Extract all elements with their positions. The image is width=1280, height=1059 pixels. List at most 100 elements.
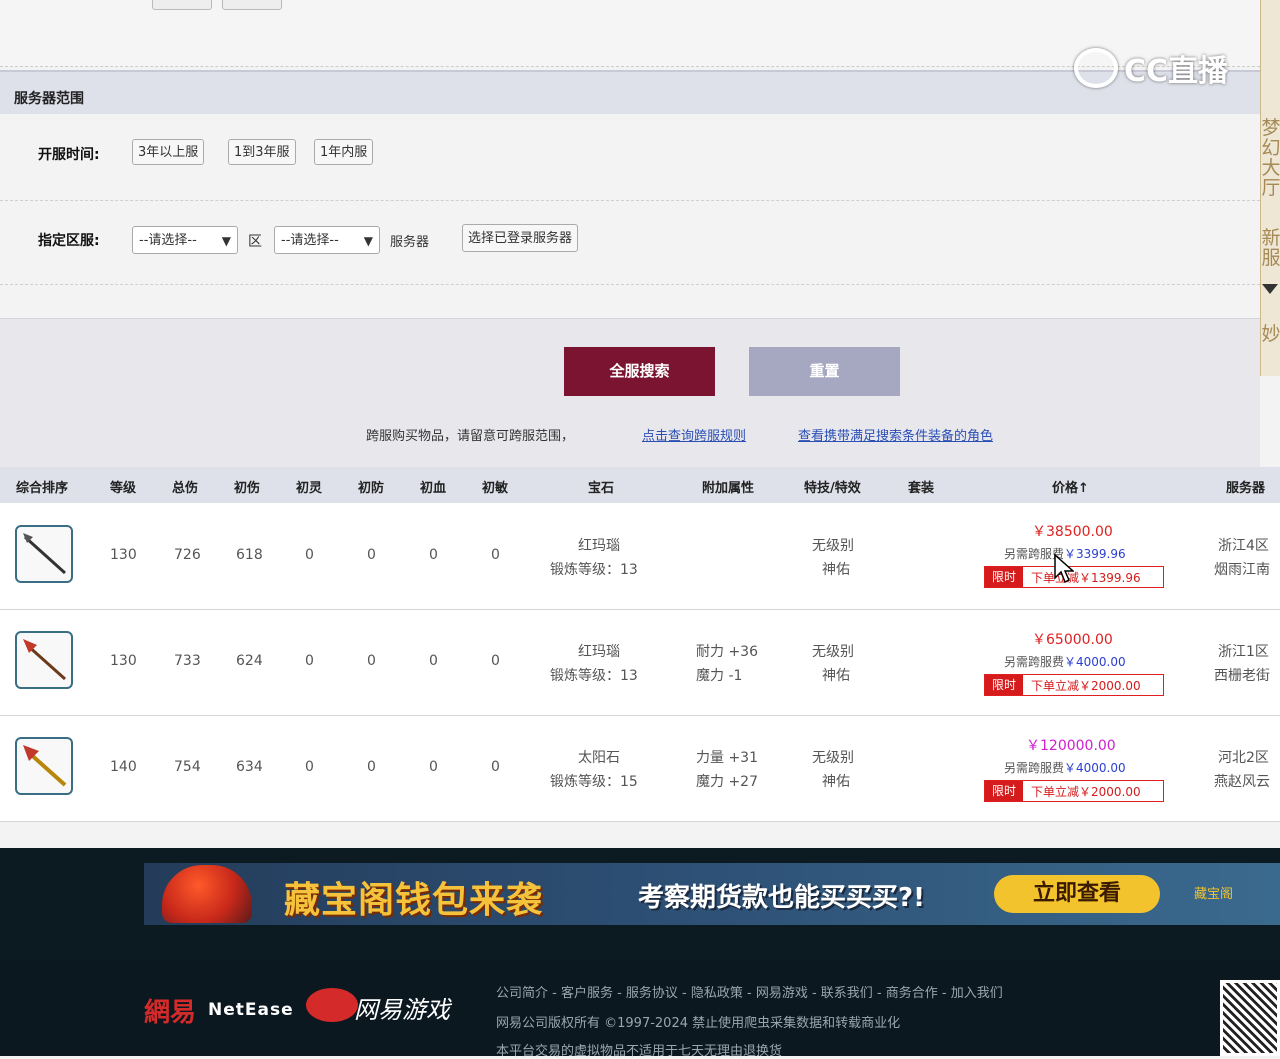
fee-value: ￥4000.00 [1064, 761, 1126, 775]
top-remnant [0, 0, 1260, 67]
total-damage-header[interactable]: 总伤 [172, 477, 198, 496]
banner-cta-button[interactable]: 立即查看 [994, 875, 1160, 913]
gem-name: 红玛瑙 [578, 538, 620, 554]
init-damage-header[interactable]: 初伤 [234, 477, 260, 496]
total-damage-cell: 754 [174, 759, 201, 775]
init-hp-cell: 0 [429, 759, 438, 775]
spear-icon[interactable] [15, 525, 73, 583]
server-name: 燕赵风云 [1214, 774, 1270, 790]
skill-level: 无级别 [812, 750, 854, 766]
promo-text: 下单立减￥2000.00 [1031, 785, 1141, 799]
skill-level: 无级别 [812, 538, 854, 554]
divider [0, 200, 1260, 201]
init-spirit-cell: 0 [305, 547, 314, 563]
spear-icon[interactable] [15, 631, 73, 689]
open-time-label: 开服时间: [38, 147, 100, 163]
open-time-option[interactable]: 1到3年服 [228, 139, 296, 165]
init-defense-header[interactable]: 初防 [358, 477, 384, 496]
attribute-2: 魔力 +27 [696, 774, 758, 790]
divider [0, 284, 1260, 285]
footer-note: 本平台交易的虚拟物品不适用于七天无理由退换货 [496, 1044, 783, 1059]
top-button-partial[interactable] [152, 0, 212, 10]
level-cell: 140 [110, 759, 137, 775]
init-hp-cell: 0 [429, 547, 438, 563]
logged-server-button[interactable]: 选择已登录服务器 [462, 224, 579, 252]
server-header: 服务器 [1226, 481, 1266, 496]
gem-name: 太阳石 [578, 750, 620, 766]
skill-level: 无级别 [812, 644, 854, 660]
area-select[interactable]: --请选择-- ▼ [132, 226, 238, 254]
server-select-value: --请选择-- [281, 233, 339, 248]
attribute-2: 魔力 -1 [696, 668, 743, 684]
wallet-promo-banner[interactable]: 藏宝阁钱包来袭 考察期货款也能买买买?! 立即查看 藏宝阁 [144, 863, 1280, 925]
level-header[interactable]: 等级 [110, 477, 136, 496]
level-cell: 130 [110, 653, 137, 669]
price: ￥120000.00 [1026, 738, 1116, 754]
server-region: 浙江4区 [1218, 538, 1269, 554]
promo-text: 下单立减￥2000.00 [1031, 679, 1141, 693]
skill-effect: 神佑 [822, 668, 850, 684]
banner-logo: 藏宝阁 [1194, 887, 1234, 902]
collapse-arrow-icon[interactable] [1262, 284, 1278, 294]
footer-links[interactable]: 公司简介 - 客户服务 - 服务协议 - 隐私政策 - 网易游戏 - 联系我们 … [496, 982, 1003, 1001]
table-row[interactable]: 130 726 618 0 0 0 0 红玛瑙 锻炼等级：13 无级别 神佑 ￥… [0, 503, 1280, 610]
side-item-hall[interactable]: 梦幻大厅 [1261, 118, 1280, 198]
price: ￥38500.00 [1032, 524, 1113, 540]
skill-effect: 神佑 [822, 562, 850, 578]
promo-box: 限时 下单立减￥2000.00 [984, 674, 1164, 696]
mouse-cursor-icon [1054, 554, 1074, 584]
fee-value: ￥4000.00 [1064, 655, 1126, 669]
matching-roles-link[interactable]: 查看携带满足搜索条件装备的角色 [798, 425, 993, 444]
init-spirit-cell: 0 [305, 653, 314, 669]
area-select-value: --请选择-- [139, 233, 197, 248]
spear-icon[interactable] [15, 737, 73, 795]
gem-level: 锻炼等级：15 [550, 774, 638, 790]
side-item-more[interactable]: 妙 [1261, 324, 1280, 344]
cross-server-rules-link[interactable]: 点击查询跨服规则 [642, 425, 746, 444]
promo-tag: 限时 [985, 781, 1023, 801]
top-button-partial[interactable] [222, 0, 282, 10]
cross-server-fee: 另需跨服费￥4000.00 [1004, 653, 1126, 670]
server-name: 烟雨江南 [1214, 562, 1270, 578]
cross-server-fee: 另需跨服费￥4000.00 [1004, 759, 1126, 776]
cc-live-watermark: CC直播 [1124, 54, 1229, 89]
price-header[interactable]: 价格↑ [1052, 477, 1089, 496]
total-damage-cell: 726 [174, 547, 201, 563]
cc-live-logo-icon [1074, 48, 1118, 88]
open-time-option[interactable]: 1年内服 [314, 139, 374, 165]
init-agility-cell: 0 [491, 653, 500, 669]
init-hp-cell: 0 [429, 653, 438, 669]
server-name: 西栅老街 [1214, 668, 1270, 684]
open-time-option[interactable]: 3年以上服 [132, 139, 205, 165]
search-button[interactable]: 全服搜索 [564, 347, 715, 396]
level-cell: 130 [110, 547, 137, 563]
promo-text: 下单立减￥1399.96 [1031, 571, 1141, 585]
init-defense-cell: 0 [367, 759, 376, 775]
init-spirit-header[interactable]: 初灵 [296, 477, 322, 496]
skill-effect: 神佑 [822, 774, 850, 790]
fee-label: 另需跨服费 [1004, 655, 1065, 669]
attribute-1: 力量 +31 [696, 750, 758, 766]
price: ￥65000.00 [1032, 632, 1113, 648]
side-panel: 梦幻大厅 新服 妙 [1260, 0, 1280, 376]
skill-header: 特技/特效 [804, 481, 861, 496]
init-agility-cell: 0 [491, 759, 500, 775]
gem-header: 宝石 [588, 481, 615, 496]
total-damage-cell: 733 [174, 653, 201, 669]
side-item-new[interactable]: 新服 [1261, 228, 1280, 268]
init-hp-header[interactable]: 初血 [420, 477, 446, 496]
sort-header[interactable]: 综合排序 [16, 477, 68, 496]
server-select[interactable]: --请选择-- ▼ [274, 226, 380, 254]
results-table: 130 726 618 0 0 0 0 红玛瑙 锻炼等级：13 无级别 神佑 ￥… [0, 503, 1280, 822]
table-row[interactable]: 130 733 624 0 0 0 0 红玛瑙 锻炼等级：13 耐力 +36 魔… [0, 609, 1280, 716]
cross-server-notice: 跨服购买物品，请留意可跨服范围， [366, 429, 575, 444]
init-agility-header[interactable]: 初敏 [482, 477, 508, 496]
set-header: 套装 [908, 481, 935, 496]
region-label: 指定区服: [38, 233, 100, 249]
netease-games-logo-icon [306, 988, 358, 1022]
chevron-down-icon: ▼ [363, 234, 373, 248]
table-row[interactable]: 140 754 634 0 0 0 0 太阳石 锻炼等级：15 力量 +31 魔… [0, 715, 1280, 822]
init-defense-cell: 0 [367, 547, 376, 563]
init-defense-cell: 0 [367, 653, 376, 669]
reset-button[interactable]: 重置 [749, 347, 900, 396]
